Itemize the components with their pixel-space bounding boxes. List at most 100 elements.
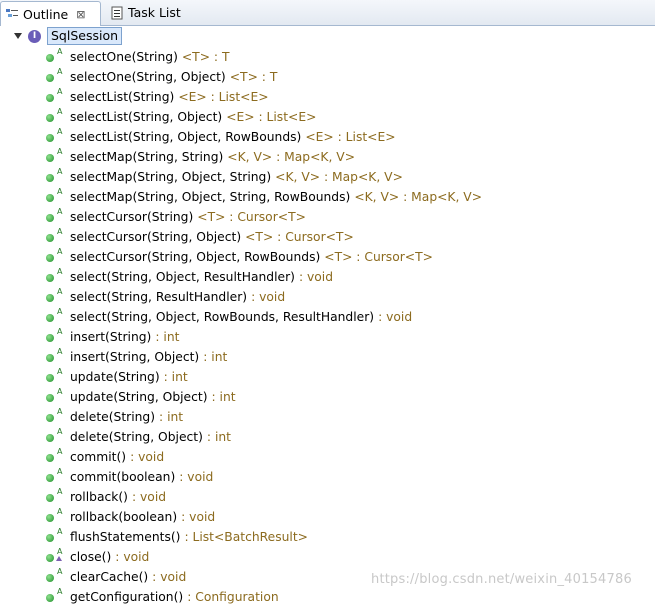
tree-item-method[interactable]: AselectList(String, Object) <E> : List<E>	[46, 107, 316, 127]
method-dot-icon	[46, 314, 54, 322]
method-dot-icon	[46, 54, 54, 62]
tree-item-method[interactable]: Aselect(String, ResultHandler): void	[46, 287, 285, 307]
method-return-type: : void	[378, 310, 413, 324]
tree-item-method[interactable]: Acommit(): void	[46, 447, 164, 467]
method-dot-icon	[46, 474, 54, 482]
method-dot-icon	[46, 74, 54, 82]
tree-item-method[interactable]: Adelete(String, Object): int	[46, 427, 231, 447]
tab-task-list-label: Task List	[128, 5, 181, 20]
method-dot-icon	[46, 494, 54, 502]
method-dot-icon	[46, 274, 54, 282]
abstract-marker-icon: A	[57, 147, 63, 156]
abstract-marker-icon: A	[57, 327, 63, 336]
abstract-marker-icon: A	[57, 167, 63, 176]
public-abstract-method-icon: A	[46, 447, 62, 462]
abstract-marker-icon: A	[57, 427, 63, 436]
public-abstract-method-icon: A	[46, 207, 62, 222]
method-dot-icon	[46, 234, 54, 242]
public-abstract-method-icon: A	[46, 107, 62, 122]
method-return-type: : void	[251, 290, 286, 304]
close-icon[interactable]: ⊠	[76, 8, 85, 21]
tree-item-method[interactable]: AclearCache(): void	[46, 567, 186, 587]
method-return-type: : int	[203, 350, 228, 364]
tree-item-method[interactable]: Arollback(boolean): void	[46, 507, 215, 527]
method-dot-icon	[46, 434, 54, 442]
tree-item-method[interactable]: Acommit(boolean): void	[46, 467, 213, 487]
method-signature: delete(String, Object)	[70, 430, 203, 444]
tree-item-method[interactable]: AselectMap(String, Object, String) <K, V>…	[46, 167, 403, 187]
method-dot-icon	[46, 214, 54, 222]
method-dot-icon	[46, 594, 54, 602]
method-signature: clearCache()	[70, 570, 149, 584]
tree-item-method[interactable]: Aupdate(String): int	[46, 367, 188, 387]
method-return-type: : int	[163, 370, 188, 384]
abstract-marker-icon: A	[57, 47, 63, 56]
method-return-type: <E> : List<E>	[305, 130, 396, 144]
tree-item-method[interactable]: AselectCursor(String, Object, RowBounds)…	[46, 247, 433, 267]
method-dot-icon	[46, 514, 54, 522]
method-signature: selectMap(String, Object, String)	[70, 170, 272, 184]
public-abstract-method-icon: A	[46, 187, 62, 202]
abstract-marker-icon: A	[57, 507, 63, 516]
tree-item-method[interactable]: AselectMap(String, Object, String, RowBo…	[46, 187, 482, 207]
tree-item-method[interactable]: AflushStatements(): List<BatchResult>	[46, 527, 308, 547]
abstract-marker-icon: A	[57, 107, 63, 116]
method-return-type: <K, V> : Map<K, V>	[227, 150, 356, 164]
tree-item-method[interactable]: AgetConfiguration(): Configuration	[46, 587, 279, 607]
tree-item-method[interactable]: Aselect(String, Object, ResultHandler): …	[46, 267, 333, 287]
tree-item-method[interactable]: Ainsert(String): int	[46, 327, 179, 347]
expand-twisty-icon[interactable]	[14, 33, 22, 39]
method-signature: update(String, Object)	[70, 390, 208, 404]
task-list-icon	[110, 6, 124, 20]
method-signature: selectMap(String, String)	[70, 150, 224, 164]
tree-item-method[interactable]: AselectCursor(String, Object) <T> : Curso…	[46, 227, 354, 247]
abstract-marker-icon: A	[57, 127, 63, 136]
abstract-marker-icon: A	[57, 527, 63, 536]
method-signature: close()	[70, 550, 112, 564]
tree-item-method[interactable]: Aupdate(String, Object): int	[46, 387, 236, 407]
method-signature: selectList(String, Object, RowBounds)	[70, 130, 302, 144]
public-abstract-method-icon: A	[46, 327, 62, 342]
tree-item-method[interactable]: AselectMap(String, String) <K, V> : Map<K…	[46, 147, 355, 167]
abstract-marker-icon: A	[57, 347, 63, 356]
abstract-marker-icon: A	[57, 487, 63, 496]
tab-outline-label: Outline	[23, 6, 69, 22]
method-return-type: : int	[211, 390, 236, 404]
tree-root-sqlsession[interactable]: I SqlSession	[14, 27, 123, 45]
tree-item-method[interactable]: AselectOne(String) <T> : T	[46, 47, 229, 67]
method-dot-icon	[46, 254, 54, 262]
method-return-type: : void	[181, 510, 216, 524]
tree-item-method[interactable]: AselectOne(String, Object) <T> : T	[46, 67, 277, 87]
tree-item-method[interactable]: Aselect(String, Object, RowBounds, Resul…	[46, 307, 412, 327]
public-abstract-method-icon: A	[46, 47, 62, 62]
tab-outline[interactable]: Outline ⊠	[0, 1, 101, 26]
method-return-type: <E> : List<E>	[226, 110, 317, 124]
tree-item-method[interactable]: AselectCursor(String) <T> : Cursor<T>	[46, 207, 306, 227]
method-return-type: : void	[179, 470, 214, 484]
public-abstract-method-icon: A	[46, 507, 62, 522]
public-abstract-method-icon: A	[46, 347, 62, 362]
method-return-type: <E> : List<E>	[178, 90, 269, 104]
tree-item-method[interactable]: AselectList(String) <E> : List<E>	[46, 87, 269, 107]
method-return-type: <K, V> : Map<K, V>	[275, 170, 403, 184]
public-abstract-method-icon: A	[46, 367, 62, 382]
method-dot-icon	[46, 154, 54, 162]
tree-item-method[interactable]: Adelete(String): int	[46, 407, 183, 427]
method-dot-icon	[46, 354, 54, 362]
public-abstract-method-icon: A	[46, 527, 62, 542]
public-abstract-method-icon: A	[46, 487, 62, 502]
public-abstract-method-icon: A	[46, 247, 62, 262]
public-abstract-method-icon: A	[46, 147, 62, 162]
method-return-type: : void	[298, 270, 334, 284]
abstract-marker-icon: A	[57, 567, 63, 576]
abstract-marker-icon: A	[57, 87, 63, 96]
method-return-type: : int	[206, 430, 231, 444]
method-dot-icon	[46, 194, 54, 202]
tree-item-method[interactable]: AselectList(String, Object, RowBounds) <E…	[46, 127, 396, 147]
tree-item-method[interactable]: Arollback(): void	[46, 487, 166, 507]
public-abstract-method-icon: A	[46, 167, 62, 182]
tree-item-method[interactable]: Aclose(): void	[46, 547, 149, 567]
public-abstract-method-icon: A	[46, 587, 62, 602]
tree-item-method[interactable]: Ainsert(String, Object): int	[46, 347, 227, 367]
tab-task-list[interactable]: Task List	[106, 1, 181, 24]
